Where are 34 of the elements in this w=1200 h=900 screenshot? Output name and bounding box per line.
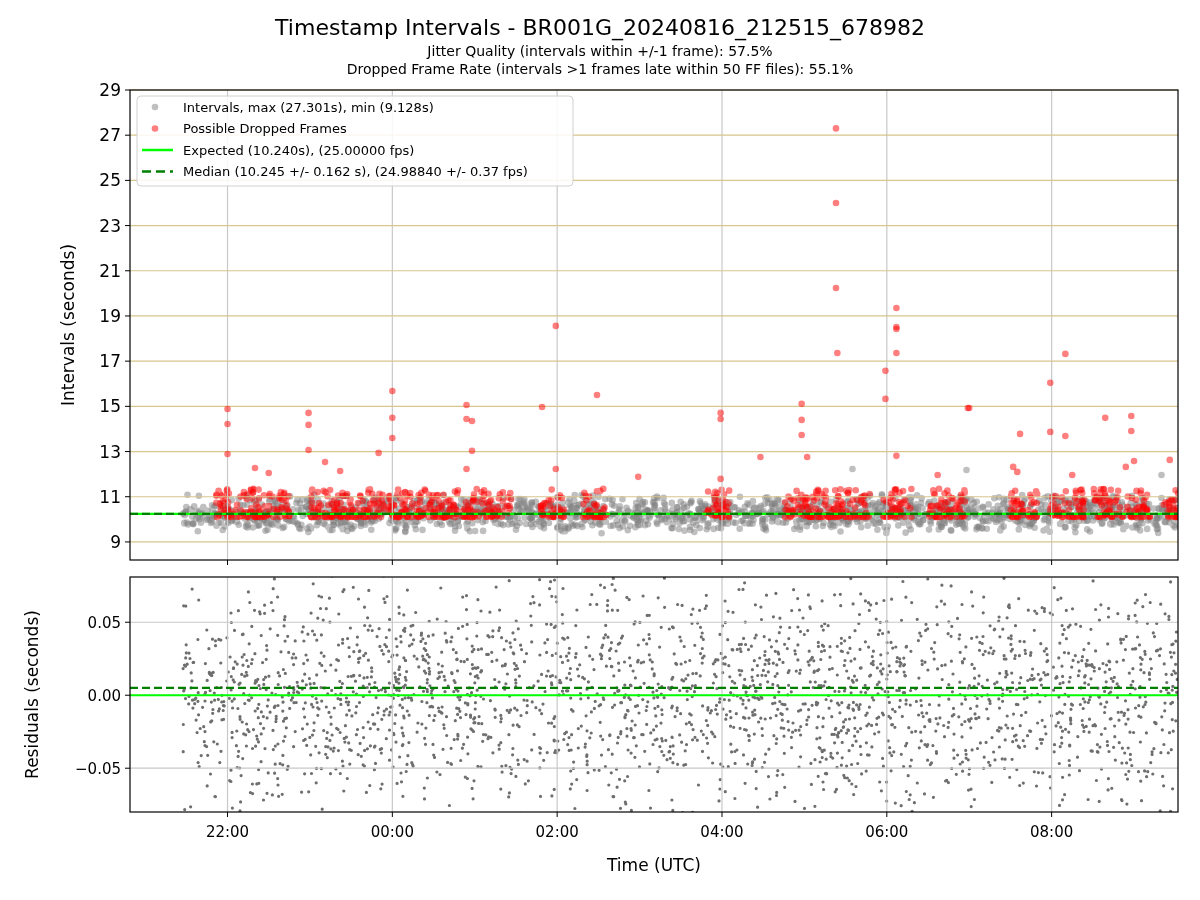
tick-label: 0.05 xyxy=(87,614,121,633)
tick-label: 19 xyxy=(99,305,121,326)
tick-label: 15 xyxy=(99,396,121,417)
legend-line-icon xyxy=(142,148,173,152)
chart-subtitle: Jitter Quality (intervals within +/-1 frame): 57.5% xyxy=(427,42,773,60)
tick-label: 08:00 xyxy=(1030,823,1074,841)
chart-subtitle: Dropped Frame Rate (intervals >1 frames late within 50 FF files): 55.1% xyxy=(346,60,854,78)
legend-label: Possible Dropped Frames xyxy=(183,121,347,136)
legend-marker-icon xyxy=(151,103,159,111)
tick-label: 11 xyxy=(99,486,121,507)
tick-label: 9 xyxy=(110,531,121,552)
tick-label: 00:00 xyxy=(370,823,414,841)
axis-label: Intervals (seconds) xyxy=(58,243,78,407)
tick-label: 27 xyxy=(99,125,121,146)
tick-label: 0.00 xyxy=(87,687,121,706)
tick-label: 06:00 xyxy=(865,823,909,841)
axis-label: Time (UTC) xyxy=(607,855,701,875)
legend-label: Intervals, max (27.301s), min (9.128s) xyxy=(183,99,434,115)
legend-label: Expected (10.240s), (25.00000 fps) xyxy=(183,142,415,158)
chart-title: Timestamp Intervals - BR001G_20240816_212515_678982 xyxy=(275,14,925,42)
tick-label: −0.05 xyxy=(75,760,121,779)
tick-label: 25 xyxy=(99,170,121,191)
legend-line-icon xyxy=(142,170,173,173)
legend-label: Median (10.245 +/- 0.162 s), (24.98840 +/- 0.37 fps) xyxy=(183,164,528,179)
axis-label: Residuals (seconds) xyxy=(22,610,42,779)
tick-label: 22:00 xyxy=(205,823,250,841)
tick-label: 21 xyxy=(99,260,121,281)
legend-marker-icon xyxy=(151,125,159,132)
tick-label: 13 xyxy=(99,441,121,462)
tick-label: 17 xyxy=(99,351,121,372)
tick-label: 04:00 xyxy=(700,823,744,841)
tick-label: 02:00 xyxy=(535,823,579,841)
tick-label: 29 xyxy=(99,80,121,100)
tick-label: 23 xyxy=(99,215,121,236)
